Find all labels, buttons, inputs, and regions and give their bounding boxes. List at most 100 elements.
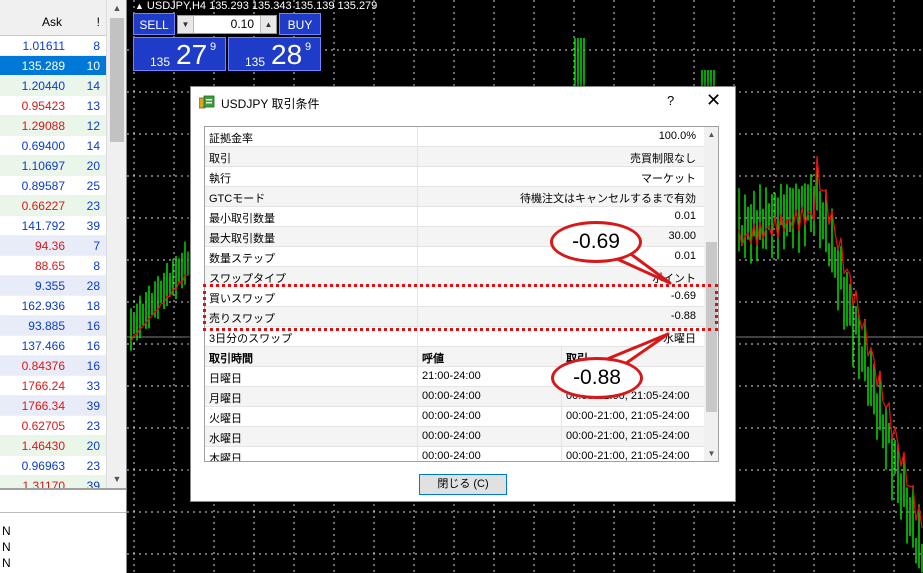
ask-price: 1766.34 bbox=[21, 399, 65, 413]
bid-price-button[interactable]: 135 27 9 bbox=[133, 37, 226, 71]
column-divider bbox=[417, 227, 418, 247]
spread-value: 18 bbox=[86, 299, 100, 313]
spec-row: GTCモード 待機注文はキャンセルするまで有効 bbox=[205, 187, 704, 207]
market-watch-header: Ask ! bbox=[0, 0, 106, 36]
market-watch-row[interactable]: 141.792 39 bbox=[0, 216, 106, 236]
market-watch-row[interactable]: 0.66227 23 bbox=[0, 196, 106, 216]
session-day: 日曜日 bbox=[209, 373, 242, 385]
session-day: 水曜日 bbox=[209, 433, 242, 445]
spec-row: 最小取引数量 0.01 bbox=[205, 207, 704, 227]
market-watch-row[interactable]: 93.885 16 bbox=[0, 316, 106, 336]
spec-value: 待機注文はキャンセルするまで有効 bbox=[520, 193, 696, 205]
market-watch-row[interactable]: 1766.34 39 bbox=[0, 396, 106, 416]
symbol-spec-icon bbox=[199, 95, 215, 109]
bid-price-prefix: 135 bbox=[150, 55, 171, 69]
scroll-up-arrow-icon[interactable]: ▲ bbox=[107, 0, 127, 17]
ask-price: 9.355 bbox=[34, 279, 65, 293]
market-watch-row[interactable]: 1.10697 20 bbox=[0, 156, 106, 176]
sell-swap-callout: -0.88 bbox=[551, 357, 643, 399]
scroll-up-arrow-icon[interactable]: ▲ bbox=[704, 127, 718, 142]
spread-value: 8 bbox=[93, 39, 100, 53]
lot-size-stepper[interactable]: ▼ 0.10 ▲ bbox=[177, 15, 277, 34]
ask-price: 1.20440 bbox=[21, 79, 65, 93]
ask-price: 1.29088 bbox=[21, 119, 65, 133]
market-watch-row[interactable]: 1.46430 20 bbox=[0, 436, 106, 456]
column-divider bbox=[417, 127, 418, 147]
buy-button[interactable]: BUY bbox=[279, 13, 321, 35]
market-watch-row[interactable]: 0.89587 25 bbox=[0, 176, 106, 196]
market-watch-row[interactable]: 1.20440 14 bbox=[0, 76, 106, 96]
scroll-down-arrow-icon[interactable]: ▼ bbox=[704, 446, 718, 461]
ask-price: 0.89587 bbox=[21, 179, 65, 193]
spread-value: 33 bbox=[86, 379, 100, 393]
column-divider bbox=[561, 447, 562, 461]
lot-increase-icon[interactable]: ▲ bbox=[260, 16, 276, 33]
lot-decrease-icon[interactable]: ▼ bbox=[178, 16, 194, 33]
column-divider bbox=[561, 407, 562, 427]
sessions-header-c2[interactable]: 呼値 bbox=[422, 350, 444, 366]
ask-price: 1.46430 bbox=[21, 439, 65, 453]
scroll-down-arrow-icon[interactable]: ▼ bbox=[107, 471, 127, 488]
ask-column-header[interactable]: Ask bbox=[42, 15, 62, 29]
one-click-trading-panel: SELL ▼ 0.10 ▲ BUY 135 27 9 135 28 9 bbox=[133, 13, 321, 71]
market-watch-row[interactable]: 1766.24 33 bbox=[0, 376, 106, 396]
spec-value: 0.01 bbox=[674, 250, 696, 262]
market-watch-row[interactable]: 0.69400 14 bbox=[0, 136, 106, 156]
market-watch-row[interactable]: 9.355 28 bbox=[0, 276, 106, 296]
spread-value: 7 bbox=[93, 239, 100, 253]
ask-price: 0.69400 bbox=[21, 139, 65, 153]
dialog-title: USDJPY 取引条件 bbox=[221, 97, 320, 111]
market-watch-row[interactable]: 0.96963 23 bbox=[0, 456, 106, 476]
scroll-thumb[interactable] bbox=[110, 18, 124, 142]
swap-highlight-box bbox=[203, 284, 718, 331]
market-watch-row[interactable]: 94.36 7 bbox=[0, 236, 106, 256]
market-watch-row[interactable]: 1.01611 8 bbox=[0, 36, 106, 56]
lot-size-value[interactable]: 0.10 bbox=[231, 17, 254, 31]
market-watch-row[interactable]: 0.95423 13 bbox=[0, 96, 106, 116]
ask-price: 0.62705 bbox=[21, 419, 65, 433]
session-row: 木曜日 00:00-24:00 00:00-21:00, 21:05-24:00 bbox=[205, 447, 704, 461]
session-trade: 00:00-21:00, 21:05-24:00 bbox=[566, 410, 690, 422]
ask-price: 141.792 bbox=[21, 219, 65, 233]
spec-key: GTCモード bbox=[209, 193, 266, 205]
session-quotes: 21:00-24:00 bbox=[422, 370, 481, 382]
market-watch-row[interactable]: 0.84376 16 bbox=[0, 356, 106, 376]
ask-price: 0.66227 bbox=[21, 199, 65, 213]
market-watch-row[interactable]: 0.62705 23 bbox=[0, 416, 106, 436]
market-watch-row[interactable]: 162.936 18 bbox=[0, 296, 106, 316]
column-divider bbox=[417, 387, 418, 407]
session-quotes: 00:00-24:00 bbox=[422, 430, 481, 442]
ask-price: 0.95423 bbox=[21, 99, 65, 113]
close-button[interactable]: 閉じる (C) bbox=[419, 474, 507, 495]
session-quotes: 00:00-24:00 bbox=[422, 390, 481, 402]
bid-price-main: 27 bbox=[176, 39, 208, 70]
ask-price-button[interactable]: 135 28 9 bbox=[228, 37, 321, 71]
spread-value: 25 bbox=[86, 179, 100, 193]
sell-button[interactable]: SELL bbox=[133, 13, 175, 35]
column-divider bbox=[417, 207, 418, 227]
dialog-titlebar[interactable]: USDJPY 取引条件 ? ✕ bbox=[191, 87, 735, 118]
ask-price-main: 28 bbox=[271, 39, 303, 70]
bottom-pane: N N N bbox=[0, 488, 126, 573]
spec-key: 取引 bbox=[209, 153, 231, 165]
market-watch-scrollbar[interactable]: ▲ ▼ bbox=[106, 0, 126, 488]
spread-value: 20 bbox=[86, 439, 100, 453]
spec-row: 証拠金率 100.0% bbox=[205, 127, 704, 147]
market-watch-row[interactable]: 137.466 16 bbox=[0, 336, 106, 356]
column-divider bbox=[417, 447, 418, 461]
buy-swap-callout: -0.69 bbox=[550, 221, 642, 263]
market-watch-row[interactable]: 1.29088 12 bbox=[0, 116, 106, 136]
ask-price: 162.936 bbox=[21, 299, 65, 313]
ask-price: 137.466 bbox=[21, 339, 65, 353]
spread-value: 14 bbox=[86, 139, 100, 153]
spread-column-header[interactable]: ! bbox=[97, 15, 100, 29]
close-icon[interactable]: ✕ bbox=[706, 90, 721, 111]
help-icon[interactable]: ? bbox=[667, 93, 674, 108]
session-trade: 00:00-21:00, 21:05-24:00 bbox=[566, 430, 690, 442]
session-day: 火曜日 bbox=[209, 413, 242, 425]
spec-value: 0.01 bbox=[674, 210, 696, 222]
ask-price: 93.885 bbox=[28, 319, 65, 333]
sessions-header-c1[interactable]: 取引時間 bbox=[209, 350, 253, 366]
market-watch-row[interactable]: 135.289 10 bbox=[0, 56, 106, 76]
market-watch-row[interactable]: 88.65 8 bbox=[0, 256, 106, 276]
